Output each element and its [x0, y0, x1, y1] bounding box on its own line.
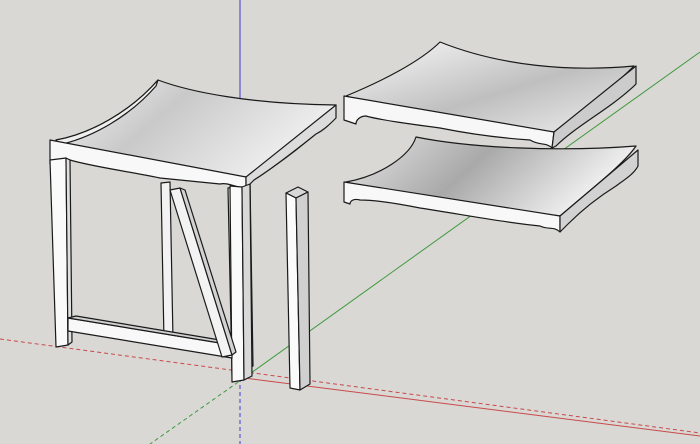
axes-group: [0, 0, 700, 444]
green-axis-dashed: [149, 377, 245, 444]
loose-leg[interactable]: [285, 186, 311, 391]
red-axis-solid: [243, 377, 700, 437]
seat-top-copy[interactable]: [343, 41, 637, 149]
red-axis: [0, 338, 700, 434]
modeling-viewport[interactable]: [0, 0, 700, 444]
3d-scene-canvas[interactable]: [0, 0, 700, 444]
seat-bottom-copy[interactable]: [343, 136, 639, 233]
